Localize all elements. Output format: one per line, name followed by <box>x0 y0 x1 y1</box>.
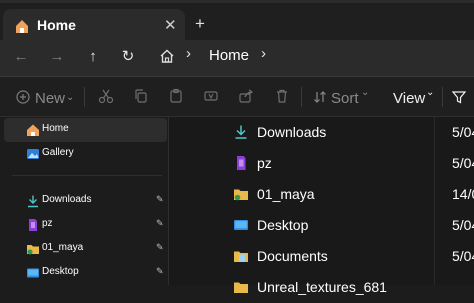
chevron-down-icon: ⌄ <box>66 92 75 103</box>
breadcrumb-chevron-icon[interactable]: › <box>261 45 266 62</box>
desktop-icon <box>234 220 248 230</box>
file-date: 14/0 <box>452 186 474 202</box>
pin-icon[interactable]: ✎ <box>156 266 164 277</box>
download-icon <box>235 125 247 139</box>
file-name: Downloads <box>257 124 327 140</box>
sidebar-item-pz[interactable]: pz ✎ <box>4 213 167 237</box>
purple-file-icon <box>29 219 37 231</box>
new-tab-button[interactable]: + <box>195 14 205 34</box>
chevron-down-icon: ⌄ <box>361 87 370 98</box>
plus-circle-icon <box>16 90 30 104</box>
file-list: Downloads 5/04 pz 5/04 01_maya 14/0 Desk… <box>169 117 474 295</box>
command-bar: New ⌄ Sort ⌄ View ⌄ <box>0 77 474 117</box>
file-name: Unreal_textures_681 <box>257 279 387 295</box>
pin-icon[interactable]: ✎ <box>156 242 164 253</box>
cut-icon[interactable] <box>98 88 114 104</box>
home-icon <box>27 124 39 136</box>
back-button[interactable]: ← <box>10 46 32 68</box>
rename-icon[interactable] <box>203 88 219 104</box>
list-item[interactable]: Documents 5/04 <box>169 241 474 272</box>
breadcrumb-separator-icon[interactable]: › <box>186 45 191 62</box>
sidebar-item-label: 01_maya <box>42 242 84 253</box>
navigation-pane: Home Gallery Downloads ✎ pz ✎ 01_maya ✎ <box>0 117 168 285</box>
list-item[interactable]: Desktop 5/04 <box>169 210 474 241</box>
file-name: Documents <box>257 248 328 264</box>
file-date: 5/04 <box>452 155 474 171</box>
document-icon <box>234 251 248 262</box>
toolbar-divider <box>84 87 85 107</box>
file-name: 01_maya <box>257 186 315 202</box>
sidebar-item-desktop[interactable]: Desktop ✎ <box>4 261 167 285</box>
copy-icon[interactable] <box>133 88 149 104</box>
sidebar-item-label: Home <box>42 123 69 134</box>
sidebar-item-label: Desktop <box>42 266 79 277</box>
title-bar: Home ✕ + <box>0 0 474 42</box>
pin-icon[interactable]: ✎ <box>156 218 164 229</box>
list-item[interactable]: pz 5/04 <box>169 148 474 179</box>
chevron-down-icon: ⌄ <box>426 87 435 98</box>
sidebar-divider <box>12 175 162 176</box>
home-icon <box>16 20 28 33</box>
purple-file-icon <box>237 156 246 170</box>
file-date: 5/04 <box>452 217 474 233</box>
list-item[interactable]: 01_maya 14/0 <box>169 179 474 210</box>
forward-button[interactable]: → <box>46 46 68 68</box>
home-outline-icon <box>160 49 174 63</box>
sidebar-item-label: pz <box>42 218 53 229</box>
sidebar-item-downloads[interactable]: Downloads ✎ <box>4 189 167 213</box>
folder-icon <box>234 189 248 201</box>
title-bar-edge <box>0 0 474 3</box>
desktop-icon <box>27 268 39 278</box>
tab-home[interactable]: Home ✕ <box>3 9 185 42</box>
file-date: 5/04 <box>452 124 474 140</box>
sort-label: Sort <box>331 90 359 107</box>
list-item[interactable]: Unreal_textures_681 <box>169 272 474 303</box>
file-name: pz <box>257 155 272 171</box>
sidebar-item-01-maya[interactable]: 01_maya ✎ <box>4 237 167 261</box>
delete-icon[interactable] <box>274 88 290 104</box>
toolbar-divider <box>301 87 302 107</box>
gallery-icon <box>27 149 39 159</box>
sidebar-item-gallery[interactable]: Gallery <box>4 142 167 166</box>
download-icon <box>28 195 38 208</box>
paste-icon[interactable] <box>168 88 184 104</box>
address-bar[interactable]: › Home › <box>150 40 474 71</box>
breadcrumb-home[interactable]: Home <box>209 47 249 64</box>
sidebar-item-label: Gallery <box>42 147 74 158</box>
refresh-button[interactable]: ↻ <box>117 46 139 68</box>
toolbar-divider <box>442 87 443 107</box>
share-icon[interactable] <box>238 88 254 104</box>
sort-icon <box>314 91 326 103</box>
new-label: New <box>35 90 66 107</box>
folder-icon <box>27 245 39 255</box>
file-date: 5/04 <box>452 248 474 264</box>
tab-title: Home <box>37 17 76 33</box>
folder-icon <box>234 282 248 293</box>
navigation-bar: ← → ↑ ↻ › Home › <box>0 40 474 76</box>
view-label: View <box>393 90 426 107</box>
close-tab-icon[interactable]: ✕ <box>164 16 177 34</box>
sidebar-item-home[interactable]: Home <box>4 118 167 142</box>
pin-icon[interactable]: ✎ <box>156 194 164 205</box>
sidebar-item-label: Downloads <box>42 194 92 205</box>
up-button[interactable]: ↑ <box>82 46 104 68</box>
file-name: Desktop <box>257 217 309 233</box>
list-item[interactable]: Downloads 5/04 <box>169 117 474 148</box>
filter-icon[interactable] <box>452 90 466 104</box>
